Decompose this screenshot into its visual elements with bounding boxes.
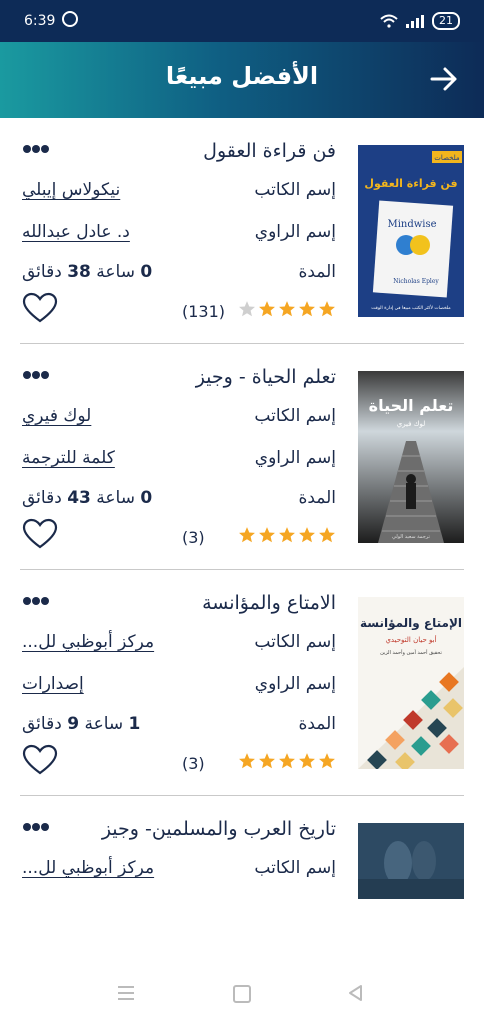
book-list: ملخصات فن قراءة العقول Mindwise Nicholas… xyxy=(0,118,484,1021)
cover-subtitle: لوك فيري xyxy=(397,420,426,428)
book-list-item[interactable]: تعلم الحياة لوك فيري ترجمة سعيد الولي تع… xyxy=(20,344,464,570)
book-title[interactable]: تاريخ العرب والمسلمين- وجيز xyxy=(102,818,336,840)
cover-footer: ترجمة سعيد الولي xyxy=(392,534,431,540)
minutes-unit: دقائق xyxy=(22,488,62,508)
star-filled-icon xyxy=(259,753,275,769)
more-options-icon[interactable] xyxy=(22,822,50,832)
cover-footer: ملخصات لأكثر الكتب مبيعا في إدارة الوقت xyxy=(371,304,451,311)
duration-label: المدة xyxy=(298,714,336,734)
more-options-icon[interactable] xyxy=(22,370,50,380)
hours-unit: ساعة xyxy=(96,262,135,282)
app-header: الأفضل مبيعًا xyxy=(0,42,484,118)
cover-tag: ملخصات xyxy=(434,154,460,162)
star-filled-icon xyxy=(279,527,295,543)
star-filled-icon xyxy=(239,753,255,769)
narrator-label: إسم الراوي xyxy=(254,674,336,694)
duration-hours: 0 xyxy=(140,262,153,282)
signal-icon xyxy=(406,14,424,28)
narrator-label: إسم الراوي xyxy=(254,222,336,242)
book-cover[interactable]: الإمتاع والمؤانسة أبو حيان التوحيدي تحقي… xyxy=(358,597,464,769)
rating-count: (131) xyxy=(182,302,226,321)
duration-minutes: 9 xyxy=(67,714,80,734)
author-link[interactable]: مركز أبوظبي لل... xyxy=(22,858,154,878)
cover-title: الإمتاع والمؤانسة xyxy=(360,616,462,631)
author-label: إسم الكاتب xyxy=(254,858,336,878)
author-link[interactable]: مركز أبوظبي لل... xyxy=(22,632,154,652)
status-bar: 6:39 21 xyxy=(0,0,484,42)
star-filled-icon xyxy=(299,527,315,543)
page-title: الأفضل مبيعًا xyxy=(165,62,319,90)
star-filled-icon xyxy=(299,753,315,769)
star-filled-icon xyxy=(319,753,335,769)
star-filled-icon xyxy=(279,301,295,317)
star-empty-icon xyxy=(239,301,255,317)
star-rating xyxy=(238,300,336,318)
narrator-link[interactable]: إصدارات xyxy=(22,674,84,694)
star-filled-icon xyxy=(299,301,315,317)
book-cover[interactable] xyxy=(358,823,464,899)
duration-label: المدة xyxy=(298,488,336,508)
duration-minutes: 43 xyxy=(67,488,91,508)
back-arrow-icon[interactable] xyxy=(430,64,458,94)
status-time: 6:39 xyxy=(24,13,56,29)
nav-back-icon[interactable] xyxy=(347,984,365,1002)
duration-value: 1 ساعة 9 دقائق xyxy=(22,714,140,734)
cover-author-en: Nicholas Epley xyxy=(393,278,439,285)
favorite-heart-icon[interactable] xyxy=(22,292,58,324)
rating-count: (3) xyxy=(182,754,205,773)
minutes-unit: دقائق xyxy=(22,262,62,282)
recent-apps-icon[interactable] xyxy=(118,986,134,1004)
narrator-label: إسم الراوي xyxy=(254,448,336,468)
cover-note: تحقيق أحمد أمين وأحمد الزين xyxy=(380,649,442,656)
more-options-icon[interactable] xyxy=(22,144,50,154)
star-filled-icon xyxy=(259,301,275,317)
book-title[interactable]: الامتاع والمؤانسة xyxy=(202,592,336,614)
favorite-heart-icon[interactable] xyxy=(22,518,58,550)
book-title[interactable]: فن قراءة العقول xyxy=(203,140,336,162)
cover-title: فن قراءة العقول xyxy=(364,177,457,190)
cover-subtitle: أبو حيان التوحيدي xyxy=(385,635,436,644)
book-cover[interactable]: ملخصات فن قراءة العقول Mindwise Nicholas… xyxy=(358,145,464,317)
star-filled-icon xyxy=(319,527,335,543)
home-icon[interactable] xyxy=(233,985,251,1003)
battery-icon: 21 xyxy=(432,12,460,30)
author-link[interactable]: نيكولاس إيبلي xyxy=(22,180,120,200)
author-label: إسم الكاتب xyxy=(254,406,336,426)
star-filled-icon xyxy=(279,753,295,769)
duration-hours: 1 xyxy=(128,714,141,734)
book-list-item[interactable]: الإمتاع والمؤانسة أبو حيان التوحيدي تحقي… xyxy=(20,570,464,796)
author-link[interactable]: لوك فيري xyxy=(22,406,91,426)
star-filled-icon xyxy=(239,527,255,543)
duration-hours: 0 xyxy=(140,488,153,508)
duration-value: 0 ساعة 38 دقائق xyxy=(22,262,152,282)
duration-label: المدة xyxy=(298,262,336,282)
author-label: إسم الكاتب xyxy=(254,632,336,652)
duration-value: 0 ساعة 43 دقائق xyxy=(22,488,152,508)
book-title[interactable]: تعلم الحياة - وجيز xyxy=(196,366,336,388)
author-label: إسم الكاتب xyxy=(254,180,336,200)
favorite-heart-icon[interactable] xyxy=(22,744,58,776)
star-rating xyxy=(238,526,336,544)
cover-title: تعلم الحياة xyxy=(369,396,454,415)
star-filled-icon xyxy=(319,301,335,317)
star-filled-icon xyxy=(259,527,275,543)
system-navigation-bar xyxy=(0,964,484,1024)
minutes-unit: دقائق xyxy=(22,714,62,734)
cover-book-en: Mindwise xyxy=(387,219,436,230)
more-options-icon[interactable] xyxy=(22,596,50,606)
wifi-icon xyxy=(380,14,398,28)
duration-minutes: 38 xyxy=(67,262,91,282)
narrator-link[interactable]: كلمة للترجمة xyxy=(22,448,115,468)
book-list-item[interactable]: ملخصات فن قراءة العقول Mindwise Nicholas… xyxy=(20,118,464,344)
whatsapp-notification-icon xyxy=(62,11,78,27)
hours-unit: ساعة xyxy=(84,714,124,734)
narrator-link[interactable]: د. عادل عبدالله xyxy=(22,222,130,242)
book-cover[interactable]: تعلم الحياة لوك فيري ترجمة سعيد الولي xyxy=(358,371,464,543)
rating-count: (3) xyxy=(182,528,205,547)
hours-unit: ساعة xyxy=(96,488,135,508)
star-rating xyxy=(238,752,336,770)
